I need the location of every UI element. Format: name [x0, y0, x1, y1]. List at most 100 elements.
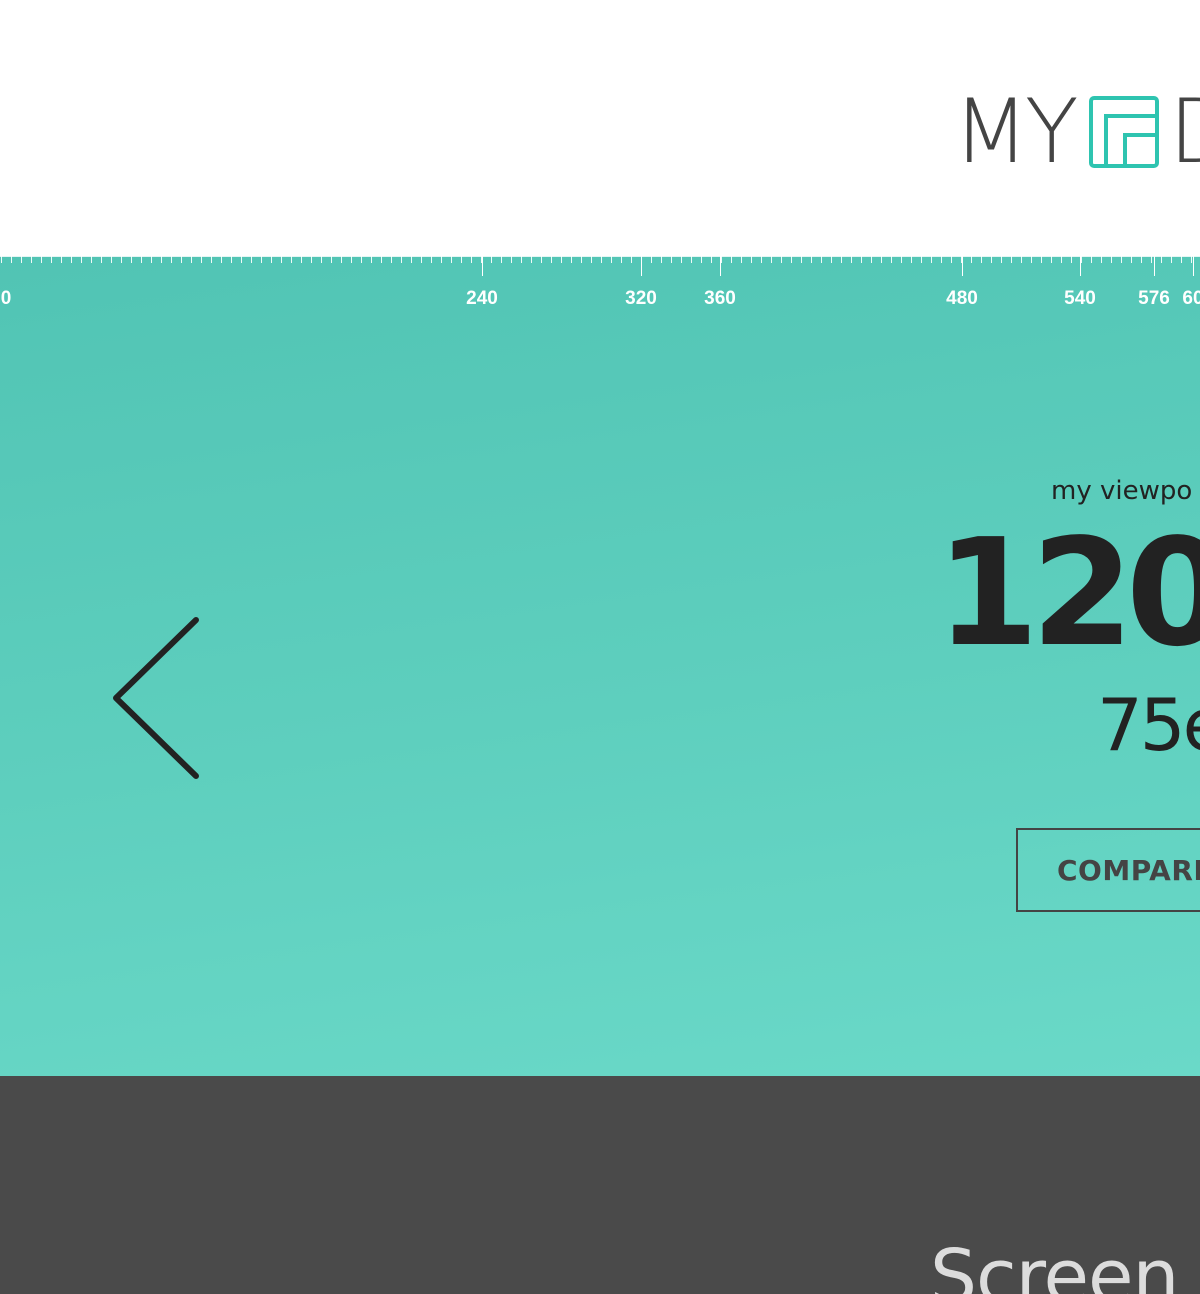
ruler-tick	[611, 256, 612, 263]
section-title: Screen	[930, 1234, 1179, 1294]
ruler-tick	[891, 256, 892, 263]
ruler-tick	[141, 256, 142, 263]
ruler-tick	[761, 256, 762, 263]
ruler-tick	[671, 256, 672, 263]
ruler-tick	[921, 256, 922, 263]
ruler-tick	[581, 256, 582, 263]
ruler-label: 540	[1064, 288, 1096, 309]
ruler-tick	[1021, 256, 1022, 263]
ruler-tick	[441, 256, 442, 263]
ruler-tick	[301, 256, 302, 263]
ruler-tick	[811, 256, 812, 263]
site-header: MY D	[0, 0, 1200, 256]
chevron-left-icon[interactable]	[106, 612, 206, 782]
ruler-tick	[161, 256, 162, 263]
ruler-tick	[131, 256, 132, 263]
ruler-tick	[601, 256, 602, 263]
ruler-tick	[1011, 256, 1012, 263]
ruler-tick	[261, 256, 262, 263]
ruler-tick	[591, 256, 592, 263]
ruler-tick	[471, 256, 472, 263]
screen-section: Screen	[0, 1076, 1200, 1294]
ruler-tick	[1061, 256, 1062, 263]
ruler-tick	[271, 256, 272, 263]
ruler-tick	[561, 256, 562, 263]
ruler-tick	[511, 256, 512, 263]
ruler-tick	[901, 256, 902, 263]
ruler-tick	[801, 256, 802, 263]
viewport-width-value: 1200	[936, 507, 1200, 679]
ruler-tick	[1181, 256, 1182, 263]
ruler-label: 240	[466, 288, 498, 309]
ruler-tick	[191, 256, 192, 263]
ruler-tick	[821, 256, 822, 263]
ruler-label: 576	[1138, 288, 1170, 309]
ruler-tick	[431, 256, 432, 263]
ruler-tick	[831, 256, 832, 263]
ruler-tick	[631, 256, 632, 263]
logo-text-my: MY	[953, 80, 1079, 183]
nested-squares-logo-icon	[1088, 96, 1159, 168]
ruler-tick	[1191, 256, 1192, 263]
ruler-tick	[291, 256, 292, 263]
ruler-tick	[111, 256, 112, 263]
ruler-tick	[1081, 256, 1082, 263]
ruler-tick	[521, 256, 522, 263]
site-logo[interactable]: MY D	[953, 80, 1200, 183]
ruler-tick	[171, 256, 172, 263]
ruler-tick	[571, 256, 572, 263]
ruler-major-tick	[720, 256, 721, 276]
ruler-tick	[861, 256, 862, 263]
ruler-tick	[941, 256, 942, 263]
ruler-tick	[181, 256, 182, 263]
ruler-tick	[931, 256, 932, 263]
ruler-tick	[121, 256, 122, 263]
ruler-tick	[701, 256, 702, 263]
compare-button[interactable]: COMPARE	[1016, 828, 1200, 912]
ruler-tick	[41, 256, 42, 263]
ruler-tick	[351, 256, 352, 263]
ruler-tick	[451, 256, 452, 263]
ruler-major-tick	[1080, 256, 1081, 276]
logo-text-d: D	[1169, 88, 1200, 176]
ruler-tick	[31, 256, 32, 263]
ruler-tick	[91, 256, 92, 263]
ruler-tick	[981, 256, 982, 263]
ruler-tick	[311, 256, 312, 263]
ruler-label: 480	[946, 288, 978, 309]
ruler-tick	[721, 256, 722, 263]
ruler-tick	[1141, 256, 1142, 263]
ruler-tick	[711, 256, 712, 263]
ruler-tick	[791, 256, 792, 263]
ruler-tick	[741, 256, 742, 263]
ruler-tick	[1, 256, 2, 263]
ruler-tick	[1091, 256, 1092, 263]
ruler-major-tick	[1154, 256, 1155, 276]
ruler-tick	[391, 256, 392, 263]
ruler-tick	[1161, 256, 1162, 263]
ruler-tick	[71, 256, 72, 263]
ruler-tick	[951, 256, 952, 263]
ruler-tick	[651, 256, 652, 263]
ruler-tick	[1171, 256, 1172, 263]
ruler-tick	[321, 256, 322, 263]
ruler-tick	[781, 256, 782, 263]
ruler-tick	[681, 256, 682, 263]
ruler-tick	[241, 256, 242, 263]
ruler-tick	[541, 256, 542, 263]
ruler-tick	[771, 256, 772, 263]
ruler-label: 60	[1182, 288, 1200, 309]
ruler-tick	[531, 256, 532, 263]
ruler-tick	[1001, 256, 1002, 263]
ruler-tick	[151, 256, 152, 263]
ruler-tick	[61, 256, 62, 263]
ruler-label: 320	[625, 288, 657, 309]
ruler-label: 0	[0, 288, 12, 309]
ruler-tick	[281, 256, 282, 263]
ruler-tick	[101, 256, 102, 263]
ruler-tick	[81, 256, 82, 263]
ruler-tick	[501, 256, 502, 263]
ruler-tick	[751, 256, 752, 263]
ruler-baseline	[0, 256, 1200, 257]
ruler-tick	[461, 256, 462, 263]
